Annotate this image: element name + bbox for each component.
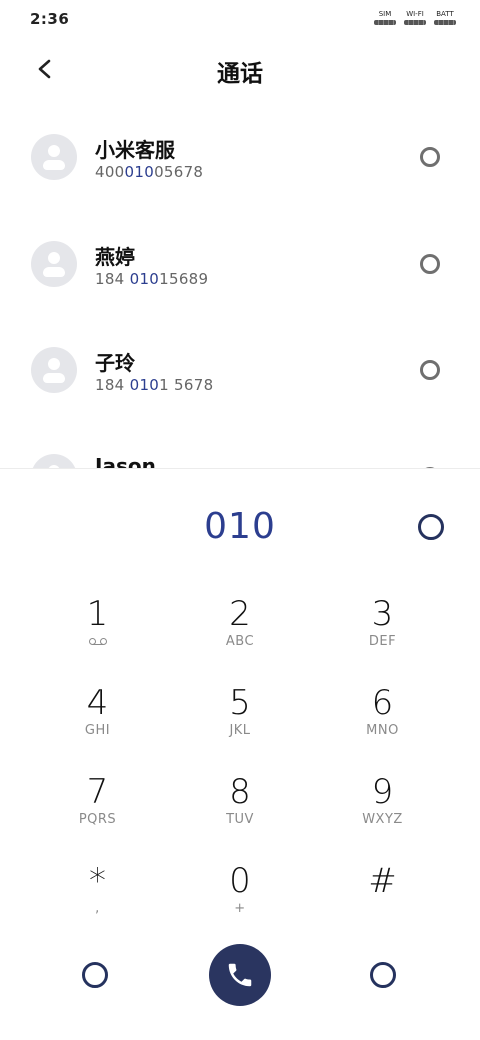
contact-name: 小米客服 [95,138,175,162]
avatar-person-icon [48,145,60,157]
voicemail-icon [88,637,107,647]
key-digit: 2 [229,594,251,634]
keypad: 1 2 ABC 3 DEF 4 GHI 5 JKL 6 MNO 7 PQRS 8… [26,588,454,944]
key-3[interactable]: 3 DEF [311,588,454,677]
key-letters: JKL [229,723,251,738]
key-hash[interactable]: # [311,855,454,944]
key-8[interactable]: 8 TUV [169,766,311,855]
key-letters: TUV [226,812,254,827]
key-digit: 0 [229,861,251,901]
key-star[interactable]: * , [26,855,169,944]
key-digit: * [89,861,106,901]
key-4[interactable]: 4 GHI [26,677,169,766]
key-digit: 1 [86,594,109,634]
sim-label: SIM [378,10,392,18]
menu-icon[interactable] [370,962,396,988]
phone-icon [228,963,252,987]
contact-row[interactable]: 燕婷 184 01015689 [0,211,480,318]
key-letters: GHI [84,723,111,738]
key-letters: + [234,901,246,916]
key-digit: 3 [371,594,394,634]
battery-label: BATT [436,10,454,18]
avatar-person-icon [48,358,60,370]
key-letters: MNO [366,723,399,738]
contact-row[interactable]: 小米客服 40001005678 [0,104,480,211]
contact-name: Jason [95,453,156,469]
key-letters: , [95,901,100,916]
ring-icon[interactable] [420,147,440,167]
contact-list: 小米客服 40001005678 燕婷 184 01015689 子玲 184 … [0,104,480,468]
contact-number: 184 0101 5678 [95,376,214,394]
status-indicators: SIM WI-FI BATT [374,10,456,25]
key-9[interactable]: 9 WXYZ [311,766,454,855]
collapse-keypad-icon[interactable] [82,962,108,988]
key-5[interactable]: 5 JKL [169,677,311,766]
contact-name: 子玲 [95,351,135,375]
key-7[interactable]: 7 PQRS [26,766,169,855]
battery-indicator: BATT [434,10,456,25]
avatar-person-icon [48,251,60,264]
key-digit: 5 [229,683,251,723]
avatar [31,240,77,287]
contact-number: 184 01015689 [95,269,209,288]
key-digit: 8 [229,772,251,812]
wifi-indicator: WI-FI [404,10,426,25]
header: 通话 [0,44,480,94]
ring-icon[interactable] [420,360,440,380]
avatar [31,134,77,180]
wifi-label: WI-FI [406,10,424,18]
key-digit: 9 [371,772,394,812]
wifi-signal-icon [404,20,426,25]
call-button[interactable] [209,944,271,1006]
page-title: 通话 [217,61,263,87]
contact-row[interactable]: 子玲 184 0101 5678 [0,317,480,424]
ring-icon[interactable] [420,253,440,274]
key-letters: PQRS [78,812,117,827]
key-0[interactable]: 0 + [169,855,311,944]
avatar [31,453,77,468]
key-2[interactable]: 2 ABC [169,588,311,677]
key-6[interactable]: 6 MNO [311,677,454,766]
key-letters: DEF [368,634,397,649]
key-letters: WXYZ [362,812,403,827]
divider [0,468,480,469]
contact-row[interactable]: Jason [0,424,480,469]
battery-icon [434,20,456,25]
sim-indicator: SIM [374,10,396,25]
key-digit: # [368,861,397,901]
sim-signal-icon [374,20,396,25]
key-digit: 7 [86,772,109,812]
status-bar: 2:36 SIM WI-FI BATT [0,0,480,36]
dial-input: 010 [204,506,276,547]
key-letters: ABC [225,634,255,649]
key-1[interactable]: 1 [26,588,169,677]
contact-number: 40001005678 [95,163,204,181]
contact-name: 燕婷 [95,244,135,269]
key-digit: 4 [86,683,109,723]
backspace-icon[interactable] [418,514,444,540]
status-time: 2:36 [30,10,70,28]
key-digit: 6 [371,683,394,723]
avatar [31,347,77,393]
